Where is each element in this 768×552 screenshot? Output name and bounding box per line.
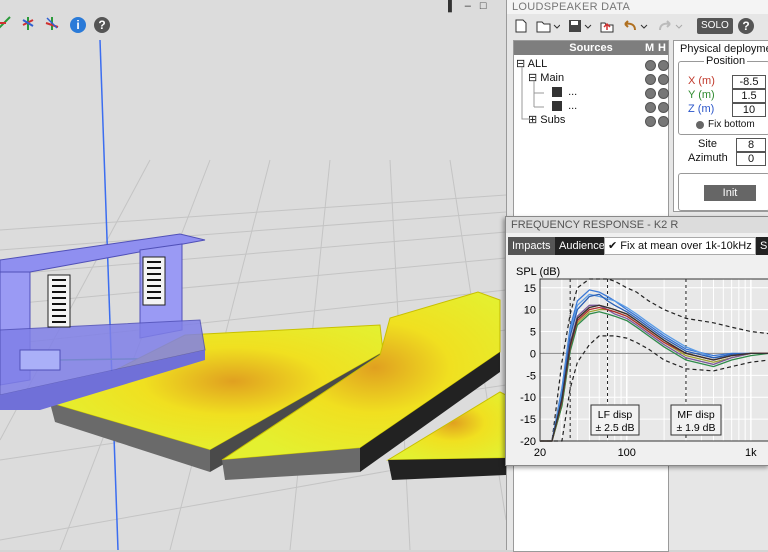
y-tick-label: -10 <box>520 392 536 404</box>
physical-tab[interactable]: Physical deployment <box>680 43 768 55</box>
export-icon[interactable] <box>599 17 615 35</box>
axis-tool-icon[interactable] <box>0 15 16 35</box>
y-axis-label: SPL (dB) <box>516 266 560 278</box>
check-icon: ✔ <box>608 240 618 252</box>
azimuth-label: Azimuth <box>688 152 728 164</box>
mute-column-header: M <box>645 42 655 54</box>
site-label: Site <box>698 138 717 150</box>
x-field[interactable]: -8.5 <box>732 75 766 89</box>
x-tick-label: 1k <box>745 447 757 459</box>
pin-button[interactable]: ▌ <box>448 0 456 14</box>
line-array-right[interactable] <box>142 256 166 306</box>
hide-toggle[interactable] <box>658 74 669 85</box>
y-field[interactable]: 1.5 <box>732 89 766 103</box>
lf-disp-label: LF disp <box>598 409 633 421</box>
frequency-plot-svg: 151050-5-10-15-20 20 100 1k SPL (dB) LF di… <box>516 266 768 459</box>
extra-button[interactable]: Sh <box>756 237 768 255</box>
hide-toggle[interactable] <box>658 102 669 113</box>
x-label: X (m) <box>688 75 715 87</box>
audience-button[interactable]: Audience <box>555 237 609 255</box>
3d-viewport[interactable]: i ? ▌ – □ <box>0 0 506 550</box>
redo-icon[interactable] <box>657 17 687 35</box>
mute-toggle[interactable] <box>645 60 656 71</box>
frequency-response-title: FREQUENCY RESPONSE - K2 R <box>506 217 768 233</box>
viewport-toolbar: i ? <box>0 10 506 40</box>
fix-at-mean-label: Fix at mean over 1k-10kHz <box>620 240 752 252</box>
x-tick-label: 20 <box>534 447 546 459</box>
solo-label: SOLO <box>697 18 733 34</box>
init-button[interactable]: Init <box>704 185 756 201</box>
y-label: Y (m) <box>688 89 715 101</box>
site-field[interactable]: 8 <box>736 138 766 152</box>
hide-toggle[interactable] <box>658 88 669 99</box>
maximize-button[interactable]: □ <box>480 0 487 14</box>
mf-disp-value: ± 1.9 dB <box>676 422 715 434</box>
panel-help-icon[interactable]: ? <box>737 17 755 35</box>
mute-toggle[interactable] <box>645 116 656 127</box>
minimize-button[interactable]: – <box>465 0 471 14</box>
y-tick-label: -15 <box>520 414 536 426</box>
info-icon[interactable]: i <box>68 15 88 35</box>
sources-header-label: Sources <box>569 42 613 54</box>
help-icon[interactable]: ? <box>92 15 112 35</box>
physical-deployment-panel: Physical deployment Position X (m) -8.5 … <box>673 40 768 212</box>
solo-button[interactable]: SOLO <box>697 17 733 35</box>
tree-guides <box>521 67 544 120</box>
viewport-scene <box>0 39 506 550</box>
z-field[interactable]: 10 <box>732 103 766 117</box>
hide-column-header: H <box>658 42 666 54</box>
help-glyph: ? <box>94 17 110 33</box>
mute-toggle[interactable] <box>645 88 656 99</box>
lf-disp-value: ± 2.5 dB <box>595 422 634 434</box>
undo-icon[interactable] <box>621 17 651 35</box>
y-tick-label: 0 <box>530 348 536 360</box>
mute-toggle[interactable] <box>645 74 656 85</box>
line-array-left[interactable] <box>47 274 71 328</box>
frequency-plot: 15 10 5 0 -5 -10 -15 -20 20 100 1k SPL (dB) LF di… <box>506 261 768 465</box>
y-tick-label: -5 <box>526 370 536 382</box>
fix-bottom-radio[interactable] <box>696 121 704 129</box>
new-file-icon[interactable] <box>513 17 529 35</box>
window-controls: ▌ – □ <box>448 0 506 14</box>
panel-title: LOUDSPEAKER DATA <box>507 0 768 14</box>
mute-toggle[interactable] <box>645 102 656 113</box>
panel-help-glyph: ? <box>738 18 754 34</box>
open-folder-icon[interactable] <box>535 17 561 35</box>
save-icon[interactable] <box>567 17 593 35</box>
x-tick-labels: 20 100 1k <box>534 447 757 459</box>
frequency-response-window[interactable]: FREQUENCY RESPONSE - K2 R Impacts Audien… <box>505 216 768 466</box>
sources-header: Sources M H <box>514 41 668 55</box>
y-tick-label: 5 <box>530 327 536 339</box>
position-label: Position <box>704 55 748 67</box>
y-tick-label: 10 <box>524 305 536 317</box>
x-tick-label: 100 <box>618 447 636 459</box>
azimuth-field[interactable]: 0 <box>736 152 766 166</box>
hide-toggle[interactable] <box>658 60 669 71</box>
z-label: Z (m) <box>688 103 715 115</box>
y-tick-label: 15 <box>524 283 536 295</box>
hide-toggle[interactable] <box>658 116 669 127</box>
mf-disp-label: MF disp <box>677 409 715 421</box>
move-tool-icon[interactable] <box>44 15 64 35</box>
fix-at-mean-checkbox[interactable]: ✔ Fix at mean over 1k-10kHz <box>604 237 756 255</box>
impacts-button[interactable]: Impacts <box>508 237 555 255</box>
fix-bottom-label: Fix bottom <box>708 119 755 130</box>
rotate-tool-icon[interactable] <box>20 15 40 35</box>
info-glyph: i <box>70 17 86 33</box>
y-tick-labels: 151050-5-10-15-20 <box>520 283 536 448</box>
